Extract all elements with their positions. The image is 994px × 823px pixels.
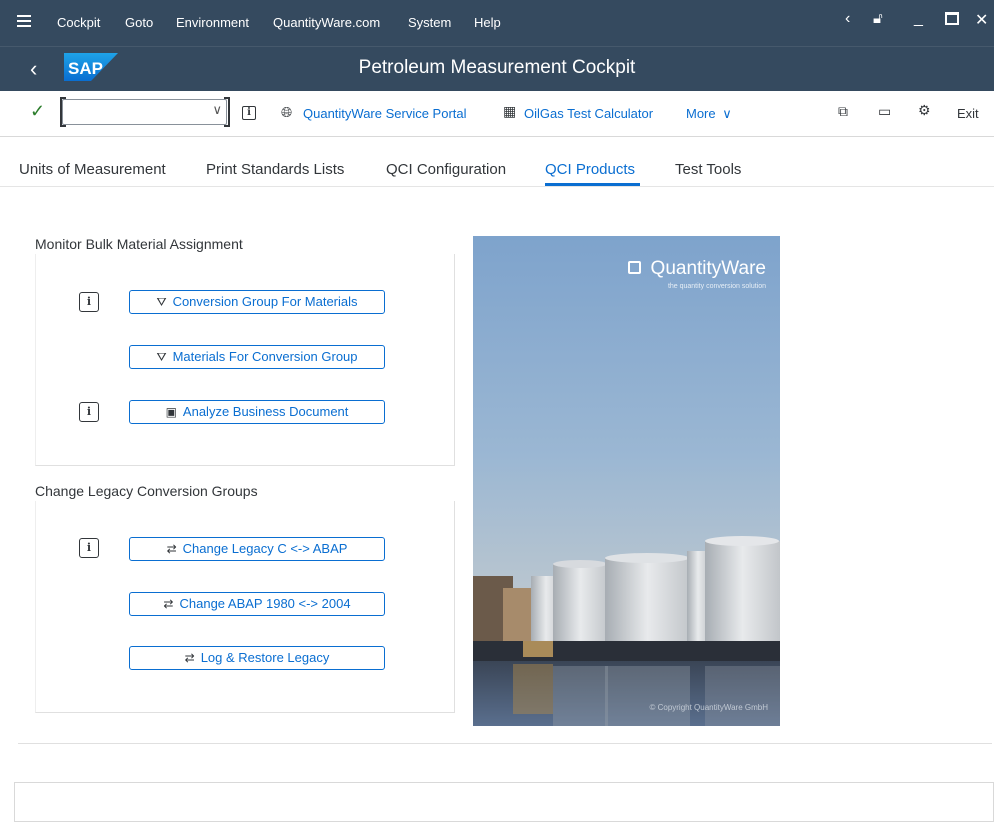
- quantityware-banner-image: QuantityWare the quantity conversion sol…: [473, 236, 780, 726]
- button-label: Conversion Group For Materials: [172, 294, 358, 309]
- tab-bar: Units of Measurement Print Standards Lis…: [0, 155, 994, 187]
- info-icon[interactable]: i: [79, 402, 99, 422]
- quantityware-logo: QuantityWare: [627, 258, 766, 280]
- tab-test-tools[interactable]: Test Tools: [675, 161, 741, 178]
- materials-for-conversion-group-button[interactable]: ⛛ Materials For Conversion Group: [129, 345, 385, 369]
- window-icon[interactable]: ▭: [878, 103, 891, 120]
- collapse-left-icon[interactable]: ‹: [845, 10, 850, 28]
- more-menu-button[interactable]: More ∨: [686, 106, 732, 122]
- quantityware-brand-text: QuantityWare: [650, 258, 766, 279]
- info-icon[interactable]: i: [79, 292, 99, 312]
- maximize-icon[interactable]: [945, 12, 959, 25]
- transfer-icon: ⇄: [163, 597, 174, 611]
- section-title-legacy: Change Legacy Conversion Groups: [35, 483, 258, 499]
- more-label: More: [686, 106, 716, 121]
- button-label: Change Legacy C <-> ABAP: [182, 541, 348, 556]
- globe-portal-icon[interactable]: 🌐︎: [281, 104, 292, 121]
- filter-icon: ⛛: [156, 350, 167, 364]
- transfer-icon: ⇄: [166, 542, 177, 556]
- exit-button[interactable]: Exit: [957, 106, 979, 121]
- menu-system[interactable]: System: [408, 15, 451, 30]
- change-abap-1980-2004-button[interactable]: ⇄ Change ABAP 1980 <-> 2004: [129, 592, 385, 616]
- menu-goto[interactable]: Goto: [125, 15, 153, 30]
- button-label: Materials For Conversion Group: [172, 349, 358, 364]
- quantityware-logo-icon: [627, 261, 641, 274]
- close-icon[interactable]: ✕: [975, 10, 988, 30]
- settings-gear-icon[interactable]: ⚙: [918, 102, 931, 119]
- quantityware-tagline: the quantity conversion solution: [667, 283, 766, 290]
- new-window-icon[interactable]: ⧉: [838, 103, 848, 120]
- service-portal-link[interactable]: QuantityWare Service Portal: [303, 106, 467, 121]
- menu-environment[interactable]: Environment: [176, 15, 249, 30]
- menu-quantityware[interactable]: QuantityWare.com: [273, 15, 380, 30]
- menu-cockpit[interactable]: Cockpit: [57, 15, 100, 30]
- button-label: Log & Restore Legacy: [200, 650, 330, 665]
- unlock-icon[interactable]: 🔓︎: [873, 10, 883, 27]
- log-restore-legacy-button[interactable]: ⇄ Log & Restore Legacy: [129, 646, 385, 670]
- active-tab-indicator: [545, 183, 640, 186]
- test-calculator-link[interactable]: OilGas Test Calculator: [524, 106, 653, 121]
- filter-icon: ⛛: [156, 295, 167, 309]
- menu-help[interactable]: Help: [474, 15, 501, 30]
- tab-qci-products[interactable]: QCI Products: [545, 161, 635, 178]
- toolbar: ✓ ∨ i 🌐︎ QuantityWare Service Portal ▦ O…: [0, 91, 994, 137]
- chevron-down-icon[interactable]: ∨: [212, 102, 222, 118]
- title-bar: ‹ SAP Petroleum Measurement Cockpit: [0, 46, 994, 91]
- menu-bar: Cockpit Goto Environment QuantityWare.co…: [0, 0, 994, 46]
- section-title-monitor: Monitor Bulk Material Assignment: [35, 236, 243, 252]
- command-field-bracket-right: [224, 97, 230, 127]
- calculator-icon[interactable]: ▦: [503, 103, 516, 120]
- info-icon[interactable]: i: [242, 106, 256, 120]
- image-icon: ▣: [165, 405, 177, 419]
- command-field[interactable]: ∨: [62, 99, 227, 125]
- analyze-business-document-button[interactable]: ▣ Analyze Business Document: [129, 400, 385, 424]
- button-label: Analyze Business Document: [182, 404, 349, 419]
- tab-units-of-measurement[interactable]: Units of Measurement: [19, 161, 166, 178]
- transfer-icon: ⇄: [184, 651, 195, 665]
- info-icon[interactable]: i: [79, 538, 99, 558]
- conversion-group-for-materials-button[interactable]: ⛛ Conversion Group For Materials: [129, 290, 385, 314]
- tank-farm-photo: [473, 236, 780, 726]
- tab-qci-configuration[interactable]: QCI Configuration: [386, 161, 506, 178]
- tab-print-standards-lists[interactable]: Print Standards Lists: [206, 161, 344, 178]
- hamburger-menu-icon[interactable]: [17, 15, 31, 27]
- change-legacy-c-abap-button[interactable]: ⇄ Change Legacy C <-> ABAP: [129, 537, 385, 561]
- page-title: Petroleum Measurement Cockpit: [358, 57, 636, 78]
- button-label: Change ABAP 1980 <-> 2004: [179, 596, 351, 611]
- chevron-down-icon: ∨: [722, 106, 732, 121]
- status-bar: [14, 782, 994, 822]
- copyright-text: © Copyright QuantityWare GmbH: [649, 703, 768, 712]
- minimize-icon[interactable]: _: [914, 10, 923, 28]
- enter-check-icon[interactable]: ✓: [30, 101, 45, 122]
